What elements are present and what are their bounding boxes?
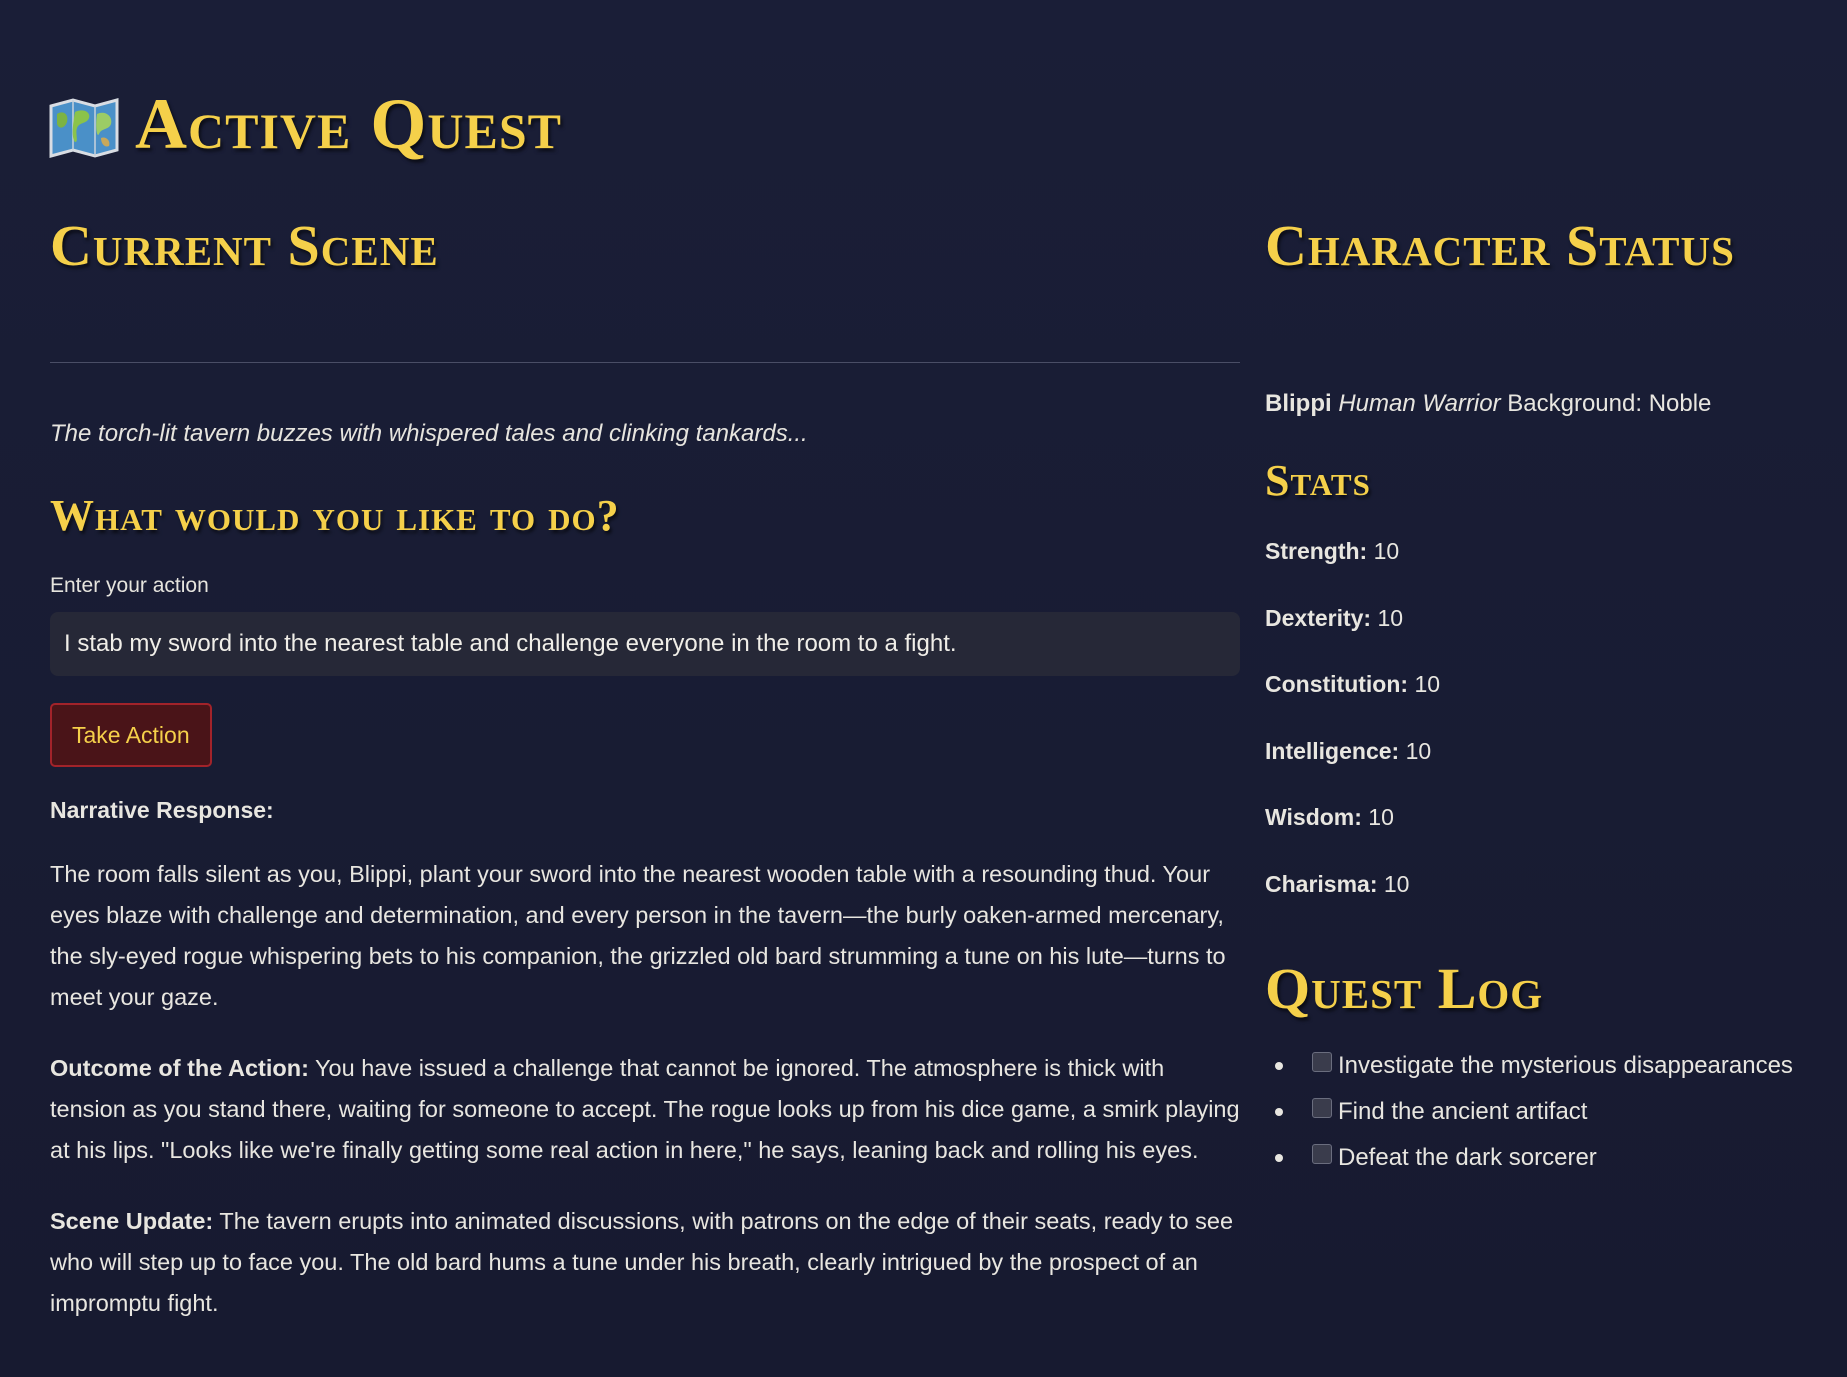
character-panel: Character Status Blippi Human Warrior Ba… — [1265, 210, 1840, 1181]
app-title-text: Active Quest — [135, 84, 562, 164]
bullet-icon — [1275, 1154, 1283, 1162]
stat-strength: Strength: 10 — [1265, 518, 1840, 585]
stat-charisma: Charisma: 10 — [1265, 851, 1840, 918]
quest-log-heading: Quest Log — [1265, 956, 1544, 1021]
quest-item: Defeat the dark sorcerer — [1275, 1135, 1840, 1181]
scene-update-text: The tavern erupts into animated discussi… — [50, 1208, 1234, 1316]
stat-constitution: Constitution: 10 — [1265, 651, 1840, 718]
stat-value: 10 — [1368, 804, 1394, 830]
bullet-icon — [1275, 1062, 1283, 1070]
stat-value: 10 — [1405, 737, 1432, 764]
character-background: Background: Noble — [1507, 390, 1712, 417]
stats-heading: Stats — [1265, 456, 1371, 505]
quest-label: Defeat the dark sorcerer — [1338, 1144, 1597, 1171]
stats-list: Strength: 10 Dexterity: 10 Constitution:… — [1265, 518, 1840, 917]
quest-label: Investigate the mysterious disappearance… — [1338, 1052, 1793, 1079]
divider — [50, 362, 1240, 363]
action-input-label: Enter your action — [50, 574, 209, 597]
action-input[interactable] — [50, 612, 1240, 676]
quest-checkbox[interactable] — [1312, 1098, 1332, 1118]
quest-checkbox[interactable] — [1312, 1144, 1332, 1164]
outcome-label: Outcome of the Action: — [50, 1055, 309, 1081]
quest-label: Find the ancient artifact — [1338, 1098, 1588, 1125]
stat-value: 10 — [1373, 538, 1400, 564]
bullet-icon — [1275, 1108, 1283, 1116]
stat-value: 10 — [1383, 870, 1410, 897]
app-title: Active Quest — [49, 84, 562, 164]
outcome-paragraph: Outcome of the Action: You have issued a… — [50, 1048, 1240, 1171]
character-summary: Blippi Human Warrior Background: Noble — [1265, 390, 1840, 418]
scene-panel: Current Scene The torch-lit tavern buzze… — [50, 210, 1240, 1324]
narrative-paragraph: The room falls silent as you, Blippi, pl… — [50, 861, 1226, 1010]
scene-update-paragraph: Scene Update: The tavern erupts into ani… — [50, 1201, 1240, 1324]
quest-item: Find the ancient artifact — [1275, 1089, 1840, 1135]
narrative-heading: Narrative Response: — [50, 797, 274, 823]
scene-description: The torch-lit tavern buzzes with whisper… — [50, 420, 808, 447]
quest-page: Active Quest Current Scene The torch-lit… — [0, 0, 1847, 1377]
stat-label: Strength: — [1265, 538, 1368, 564]
stat-label: Charisma: — [1265, 870, 1378, 897]
stat-value: 10 — [1414, 671, 1441, 697]
stat-dexterity: Dexterity: 10 — [1265, 585, 1840, 652]
stat-intelligence: Intelligence: 10 — [1265, 718, 1840, 785]
stat-label: Constitution: — [1265, 671, 1409, 697]
stat-wisdom: Wisdom: 10 — [1265, 784, 1840, 851]
character-status-heading: Character Status — [1265, 213, 1735, 278]
character-race-class: Human Warrior — [1338, 390, 1501, 417]
quest-item: Investigate the mysterious disappearance… — [1275, 1043, 1840, 1089]
stat-label: Dexterity: — [1265, 604, 1372, 631]
stat-label: Wisdom: — [1265, 804, 1362, 830]
stat-label: Intelligence: — [1265, 737, 1400, 764]
current-scene-heading: Current Scene — [50, 213, 439, 278]
action-prompt-heading: What would you like to do? — [50, 491, 620, 540]
quest-list: Investigate the mysterious disappearance… — [1265, 1043, 1840, 1181]
quest-checkbox[interactable] — [1312, 1052, 1332, 1072]
world-map-icon — [49, 94, 119, 158]
character-name: Blippi — [1265, 390, 1332, 417]
scene-update-label: Scene Update: — [50, 1208, 214, 1234]
stat-value: 10 — [1377, 604, 1404, 631]
take-action-button[interactable]: Take Action — [50, 703, 212, 767]
